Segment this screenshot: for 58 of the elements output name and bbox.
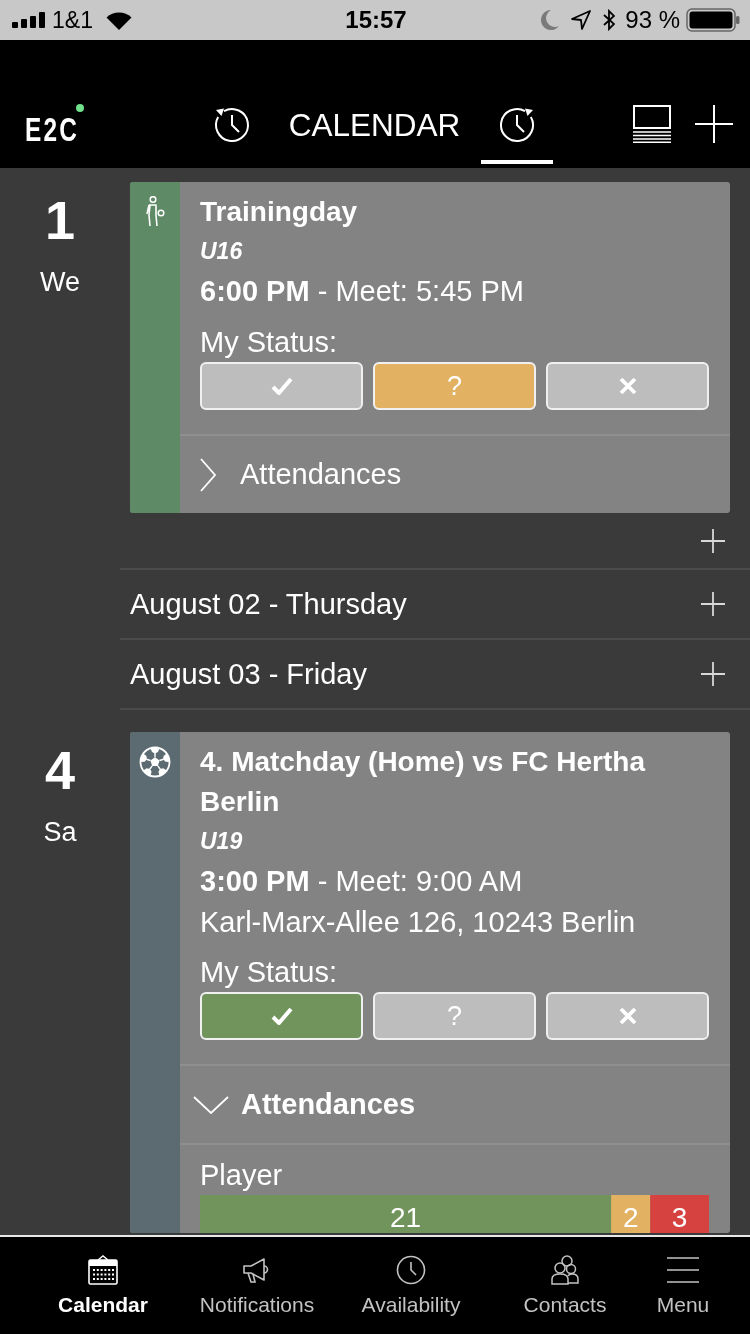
event-time: 3:00 PM - Meet: 9:00 AM	[200, 864, 524, 899]
moon-icon	[541, 10, 560, 30]
day-label: August 03 - Friday	[130, 657, 367, 691]
wifi-icon	[105, 10, 132, 30]
soccer-ball-icon	[139, 746, 171, 778]
status-label: My Status:	[200, 325, 338, 360]
list-view-icon[interactable]	[633, 105, 671, 143]
carrier-name: 1&1	[52, 6, 93, 34]
event-card[interactable]: 4. Matchday (Home) vs FC Hertha Berlin U19 3:00 PM - Meet: 9:00 AM Karl-Marx-Allee 126, 10243 Berlin My Status: ? Attendances Player 21 2 3	[130, 732, 730, 1233]
cross-icon	[618, 1007, 637, 1025]
tab-item[interactable]: Contacts	[488, 1237, 642, 1334]
chevron-right-icon	[200, 457, 216, 492]
add-icon[interactable]	[701, 662, 725, 686]
add-icon[interactable]	[701, 528, 725, 553]
tab-item[interactable]: Notifications	[180, 1237, 334, 1334]
clock-icon	[396, 1255, 426, 1285]
day-label: August 02 - Thursday	[130, 587, 407, 621]
clock-arrow-icon	[212, 105, 252, 145]
tab-item[interactable]: Calendar	[26, 1237, 180, 1334]
player-with-ball-icon	[145, 196, 165, 228]
attendances-toggle[interactable]: Attendances	[180, 434, 730, 513]
battery-percent: 93 %	[625, 6, 680, 34]
battery-icon	[686, 8, 740, 32]
status-button[interactable]	[200, 992, 363, 1040]
signal-icon	[12, 12, 45, 28]
calendar-icon	[88, 1255, 118, 1285]
day-number: 1	[43, 192, 76, 248]
bluetooth-icon	[603, 9, 616, 31]
clock-time: 15:57	[345, 6, 407, 34]
team-label: U19	[200, 827, 244, 856]
attendances-toggle[interactable]: Attendances	[180, 1064, 730, 1143]
page-title: CALENDAR	[287, 106, 462, 145]
status-label: My Status:	[200, 955, 338, 990]
team-label: U16	[200, 237, 244, 266]
tab-item[interactable]: Menu	[642, 1237, 724, 1334]
weekday-label: We	[39, 266, 81, 299]
tab-item[interactable]: Availability	[334, 1237, 488, 1334]
check-icon	[270, 377, 293, 395]
cross-icon	[618, 377, 637, 395]
chevron-down-icon	[193, 1095, 229, 1114]
menu-icon	[667, 1255, 699, 1285]
event-title: 4. Matchday (Home) vs FC Hertha Berlin	[200, 745, 647, 819]
day-number: 4	[43, 742, 76, 798]
location-arrow-icon	[571, 10, 592, 30]
category-label: Player	[200, 1158, 284, 1193]
app-logo[interactable]: E2C	[25, 112, 80, 148]
data-label: 3	[671, 1201, 688, 1233]
contacts-icon	[550, 1255, 580, 1285]
event-card[interactable]: Trainingday U16 6:00 PM - Meet: 5:45 PM My Status: ? Attendances	[130, 182, 730, 513]
data-label: 2	[622, 1201, 639, 1233]
event-location: Karl-Marx-Allee 126, 10243 Berlin	[200, 905, 637, 940]
weekday-label: Sa	[42, 816, 78, 849]
event-time: 6:00 PM - Meet: 5:45 PM	[200, 274, 525, 309]
check-icon	[270, 1007, 293, 1025]
event-title: Trainingday	[200, 195, 359, 229]
add-icon[interactable]	[701, 592, 725, 616]
data-label: 21	[390, 1201, 422, 1233]
clock-arrow-icon	[497, 105, 537, 145]
